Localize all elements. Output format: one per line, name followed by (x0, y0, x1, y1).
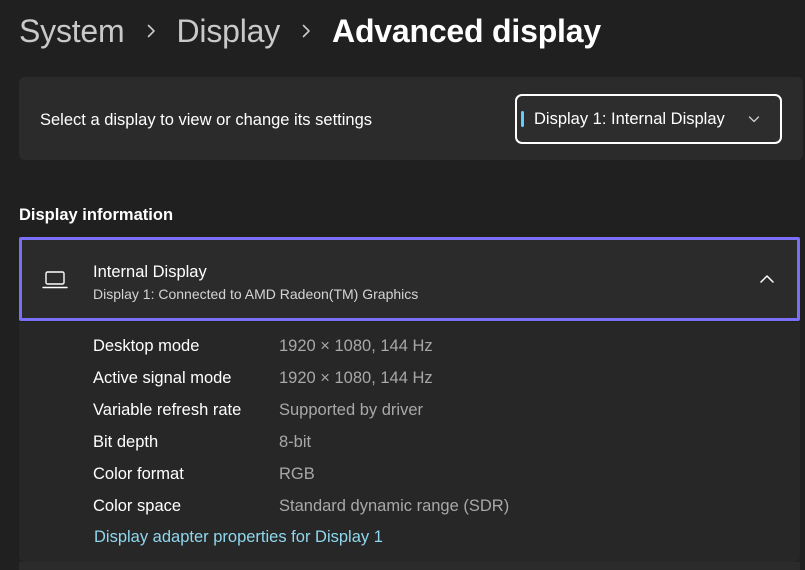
chevron-down-icon (748, 116, 760, 123)
info-value: 1920 × 1080, 144 Hz (279, 336, 433, 355)
breadcrumb-display[interactable]: Display (177, 13, 281, 50)
display-select-dropdown[interactable]: Display 1: Internal Display (515, 94, 782, 144)
info-label: Color format (93, 464, 184, 483)
info-row-desktop-mode: Desktop mode 1920 × 1080, 144 Hz (93, 334, 433, 358)
display-adapter-properties-link[interactable]: Display adapter properties for Display 1 (94, 528, 383, 547)
info-label: Variable refresh rate (93, 400, 242, 419)
info-label: Bit depth (93, 432, 159, 451)
chevron-right-icon (125, 24, 177, 38)
info-row-bit-depth: Bit depth 8-bit (93, 430, 311, 454)
settings-page: System Display Advanced display Select a… (0, 0, 805, 570)
info-label: Desktop mode (93, 336, 200, 355)
display-connection-info: Display 1: Connected to AMD Radeon(TM) G… (93, 286, 419, 302)
chevron-up-icon[interactable] (759, 273, 775, 285)
info-value: Supported by driver (279, 400, 423, 419)
info-row-variable-refresh-rate: Variable refresh rate Supported by drive… (93, 398, 423, 422)
info-label: Color space (93, 496, 182, 515)
chevron-right-icon (280, 24, 332, 38)
info-value: 1920 × 1080, 144 Hz (279, 368, 433, 387)
section-title-display-information: Display information (19, 206, 174, 224)
display-name: Internal Display (93, 263, 207, 281)
next-card-edge (19, 562, 800, 570)
laptop-icon (42, 271, 68, 289)
selection-indicator (521, 111, 524, 127)
info-value: RGB (279, 464, 315, 483)
select-display-label: Select a display to view or change its s… (40, 111, 373, 129)
page-title: Advanced display (332, 12, 601, 49)
breadcrumb-system[interactable]: System (19, 13, 125, 50)
display-info-expander[interactable]: Internal Display Display 1: Connected to… (19, 237, 800, 321)
breadcrumb: System Display Advanced display (19, 10, 601, 52)
display-info-details: Desktop mode 1920 × 1080, 144 Hz Active … (19, 322, 800, 562)
select-display-card: Select a display to view or change its s… (19, 77, 803, 160)
info-value: 8-bit (279, 432, 312, 451)
info-value: Standard dynamic range (SDR) (279, 496, 510, 515)
display-select-value: Display 1: Internal Display (534, 110, 725, 128)
info-row-color-space: Color space Standard dynamic range (SDR) (93, 494, 509, 518)
info-label: Active signal mode (93, 368, 232, 387)
info-row-color-format: Color format RGB (93, 462, 315, 486)
info-row-active-signal-mode: Active signal mode 1920 × 1080, 144 Hz (93, 366, 433, 390)
